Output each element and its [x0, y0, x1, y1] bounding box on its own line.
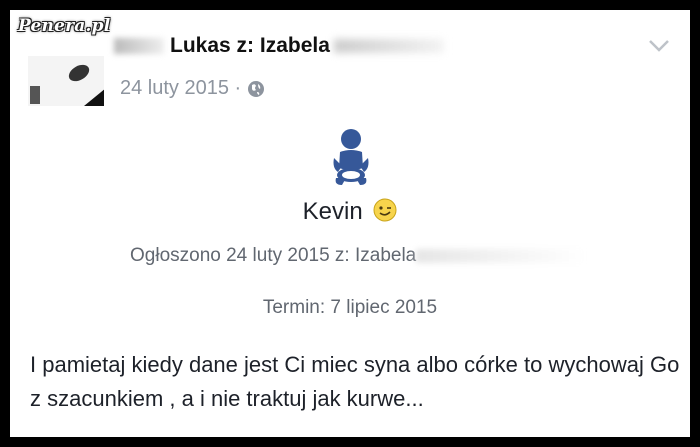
due-date: Termin: 7 lipiec 2015 [262, 297, 438, 318]
watermark-logo: Penera.pl [18, 16, 111, 36]
avatar[interactable] [28, 56, 104, 106]
baby-icon [333, 129, 369, 185]
post-header[interactable]: Lukas z: Izabela [114, 34, 444, 58]
event-name: Kevin [302, 198, 363, 225]
event-title: Kevin [10, 198, 690, 226]
announced-line: Ogłoszono 24 luty 2015 z: Izabela [130, 245, 587, 267]
post-date-line: 24 luty 2015 · [120, 77, 265, 100]
post-header-text: Lukas z: Izabela [170, 34, 330, 57]
blurred-surname [333, 39, 444, 54]
chevron-down-icon[interactable] [648, 38, 670, 54]
blurred-name [114, 38, 164, 55]
blurred-name [416, 248, 587, 263]
wink-emoji-icon [373, 198, 397, 222]
post-card: Lukas z: Izabela 24 luty 2015 · Kevin Og… [10, 10, 690, 437]
globe-icon[interactable] [247, 80, 265, 98]
post-date[interactable]: 24 luty 2015 · [120, 77, 241, 100]
announced-text: Ogłoszono 24 luty 2015 z: Izabela [130, 245, 417, 266]
post-message: I pamietaj kiedy dane jest Ci miec syna … [30, 352, 680, 411]
